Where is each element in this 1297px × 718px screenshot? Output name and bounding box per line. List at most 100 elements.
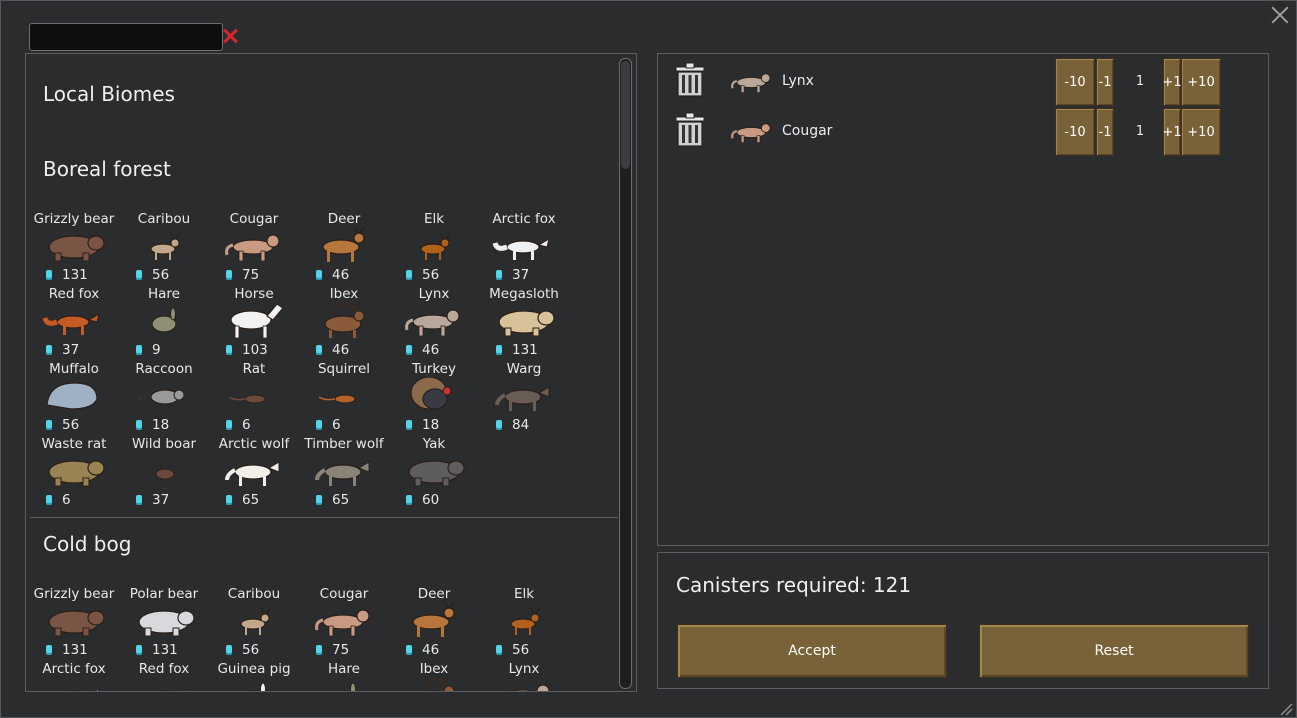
scrollbar[interactable] (619, 58, 632, 689)
elk-icon (401, 227, 467, 263)
animal-hare[interactable]: Hare (299, 661, 389, 691)
animal-cost: 46 (316, 342, 349, 358)
animal-cougar[interactable]: Cougar 75 (299, 586, 389, 661)
trash-icon[interactable] (674, 62, 706, 98)
animal-polar-bear[interactable]: Polar bear 131 (119, 586, 209, 661)
animal-name: Wild boar (131, 436, 197, 452)
animal-wild-boar[interactable]: Wild boar 37 (119, 436, 209, 511)
plus-1-button[interactable]: +1 (1162, 58, 1182, 106)
quantity-value: 1 (1135, 74, 1145, 89)
animal-name: Polar bear (129, 586, 199, 602)
animal-name: Yak (422, 436, 446, 452)
canister-icon (406, 420, 412, 430)
waste-rat-icon (41, 452, 107, 488)
animal-turkey[interactable]: Turkey 18 (389, 361, 479, 436)
animal-deer[interactable]: Deer 46 (389, 586, 479, 661)
animal-elk[interactable]: Elk 56 (479, 586, 569, 661)
animal-cost: 46 (406, 642, 439, 658)
plus-10-button[interactable]: +10 (1181, 108, 1221, 156)
animal-rat[interactable]: Rat 6 (209, 361, 299, 436)
minus-10-button[interactable]: -10 (1055, 58, 1095, 106)
reset-button[interactable]: Reset (979, 624, 1249, 678)
plus-1-button[interactable]: +1 (1162, 108, 1182, 156)
animal-cost: 6 (316, 417, 341, 433)
animal-caribou[interactable]: Caribou 56 (119, 211, 209, 286)
animal-cost: 46 (406, 342, 439, 358)
red-fox-icon (41, 302, 107, 338)
animal-hare[interactable]: Hare 9 (119, 286, 209, 361)
animal-deer[interactable]: Deer 46 (299, 211, 389, 286)
animal-name: Waste rat (41, 436, 107, 452)
canister-icon (406, 270, 412, 280)
guinea-pig-icon (221, 677, 287, 691)
search-input[interactable] (29, 23, 223, 51)
animal-grizzly-bear[interactable]: Grizzly bear 131 (29, 586, 119, 661)
selected-animal-name: Lynx (782, 73, 814, 89)
animal-name: Muffalo (49, 361, 99, 377)
animal-cost: 84 (496, 417, 529, 433)
caribou-icon (131, 227, 197, 263)
lynx-icon (726, 68, 778, 94)
animal-lynx[interactable]: Lynx (479, 661, 569, 691)
animal-ibex[interactable]: Ibex 46 (299, 286, 389, 361)
animal-megasloth[interactable]: Megasloth 131 (479, 286, 569, 361)
animal-red-fox[interactable]: Red fox 37 (29, 286, 119, 361)
animal-horse[interactable]: Horse 103 (209, 286, 299, 361)
animal-squirrel[interactable]: Squirrel 6 (299, 361, 389, 436)
canister-icon (496, 270, 502, 280)
animal-timber-wolf[interactable]: Timber wolf 65 (299, 436, 389, 511)
elk-icon (491, 602, 557, 638)
accept-button[interactable]: Accept (677, 624, 947, 678)
animal-name: Elk (513, 586, 535, 602)
plus-10-button[interactable]: +10 (1181, 58, 1221, 106)
animal-cost: 37 (136, 492, 169, 508)
canister-icon (46, 495, 52, 505)
close-icon[interactable] (1269, 4, 1291, 26)
animal-raccoon[interactable]: Raccoon 18 (119, 361, 209, 436)
animal-cougar[interactable]: Cougar 75 (209, 211, 299, 286)
animal-name: Megasloth (489, 286, 559, 302)
animal-muffalo[interactable]: Muffalo 56 (29, 361, 119, 436)
animal-cost: 131 (136, 642, 178, 658)
grizzly-bear-icon (41, 227, 107, 263)
animal-name: Arctic fox (492, 211, 556, 227)
minus-1-button[interactable]: -1 (1096, 108, 1114, 156)
canister-icon (316, 345, 322, 355)
animal-guinea-pig[interactable]: Guinea pig (209, 661, 299, 691)
animal-name: Red fox (138, 661, 190, 677)
animal-elk[interactable]: Elk 56 (389, 211, 479, 286)
minus-1-button[interactable]: -1 (1096, 58, 1114, 106)
animal-cost: 56 (496, 642, 529, 658)
animal-name: Caribou (227, 586, 281, 602)
scroll-thumb[interactable] (621, 61, 630, 169)
animal-grizzly-bear[interactable]: Grizzly bear 131 (29, 211, 119, 286)
animal-warg[interactable]: Warg 84 (479, 361, 569, 436)
warg-icon (491, 377, 557, 413)
selected-row-cougar: Cougar -10 -1 1 +1 +10 (658, 104, 1258, 156)
animal-lynx[interactable]: Lynx 46 (389, 286, 479, 361)
cougar-icon (726, 118, 778, 144)
animal-red-fox[interactable]: Red fox (119, 661, 209, 691)
animal-cost: 56 (136, 267, 169, 283)
minus-10-button[interactable]: -10 (1055, 108, 1095, 156)
animal-caribou[interactable]: Caribou 56 (209, 586, 299, 661)
resize-grip-icon[interactable] (1279, 702, 1293, 716)
lynx-icon (491, 677, 557, 691)
raccoon-icon (131, 377, 197, 413)
canister-icon (46, 645, 52, 655)
canister-icon (226, 495, 232, 505)
trash-icon[interactable] (674, 112, 706, 148)
deer-icon (401, 601, 467, 638)
animal-name: Rat (242, 361, 266, 377)
animal-name: Ibex (329, 286, 359, 302)
red-fox-icon (131, 677, 197, 691)
animal-waste-rat[interactable]: Waste rat 6 (29, 436, 119, 511)
animal-arctic-wolf[interactable]: Arctic wolf 65 (209, 436, 299, 511)
animal-arctic-fox[interactable]: Arctic fox 37 (479, 211, 569, 286)
animal-arctic-fox[interactable]: Arctic fox (29, 661, 119, 691)
animal-ibex[interactable]: Ibex (389, 661, 479, 691)
clear-search-icon[interactable] (222, 27, 240, 45)
animal-yak[interactable]: Yak 60 (389, 436, 479, 511)
animal-name: Lynx (508, 661, 540, 677)
canister-icon (136, 645, 142, 655)
